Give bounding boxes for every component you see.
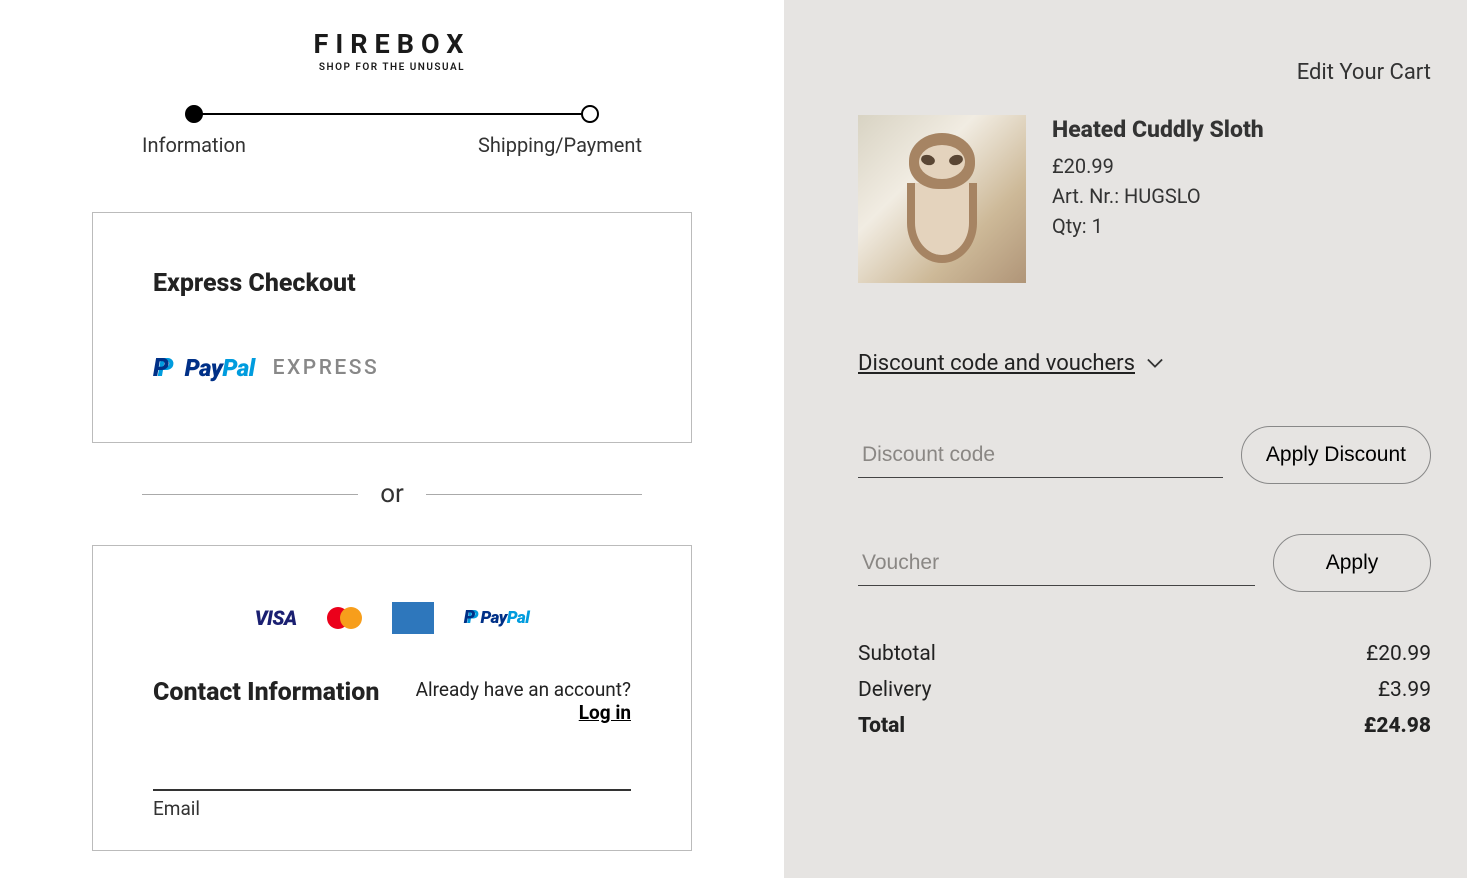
visa-icon: VISA [255,602,297,634]
delivery-label: Delivery [858,678,932,702]
paypal-express-text: EXPRESS [273,356,380,380]
contact-card: VISA PP PayPal Contact Information Alrea… [92,545,692,851]
cart-item-name: Heated Cuddly Sloth [1052,115,1264,145]
already-have-account-label: Already have an account? [416,678,631,701]
delivery-row: Delivery £3.99 [858,678,1431,702]
total-label: Total [858,714,905,738]
cart-item-price: £20.99 [1052,151,1264,181]
subtotal-label: Subtotal [858,642,936,666]
voucher-input[interactable] [858,541,1255,586]
edit-cart-link[interactable]: Edit Your Cart [858,60,1431,85]
discount-toggle[interactable]: Discount code and vouchers [858,351,1163,376]
progress-label-shipping: Shipping/Payment [478,133,642,157]
express-checkout-title: Express Checkout [153,269,631,298]
mastercard-icon [327,602,362,634]
paypal-icon-small: PP PayPal [464,602,530,634]
discount-code-input[interactable] [858,433,1223,478]
cart-item: Heated Cuddly Sloth £20.99 Art. Nr.: HUG… [858,115,1431,283]
total-row: Total £24.98 [858,714,1431,738]
email-label: Email [153,797,631,820]
express-checkout-card: Express Checkout PP PayPal EXPRESS [92,212,692,443]
apply-voucher-button[interactable]: Apply [1273,534,1431,592]
brand-title: FIREBOX [314,28,471,60]
discount-code-row: Apply Discount [858,426,1431,484]
progress-label-information: Information [142,133,246,157]
voucher-row: Apply [858,534,1431,592]
amex-icon [392,602,434,634]
total-value: £24.98 [1364,714,1431,738]
email-input[interactable] [153,752,631,791]
apply-discount-button[interactable]: Apply Discount [1241,426,1431,484]
or-divider: or [142,479,642,509]
progress-dot-information [185,105,203,123]
or-label: or [380,479,404,509]
cart-item-qty: Qty: 1 [1052,211,1264,241]
subtotal-row: Subtotal £20.99 [858,642,1431,666]
discount-toggle-label: Discount code and vouchers [858,351,1135,376]
payment-methods-row: VISA PP PayPal [153,602,631,634]
contact-title: Contact Information [153,678,379,707]
cart-item-art: Art. Nr.: HUGSLO [1052,181,1264,211]
subtotal-value: £20.99 [1366,642,1431,666]
chevron-down-icon [1147,356,1163,372]
brand-logo: FIREBOX SHOP FOR THE UNUSUAL [314,28,471,73]
paypal-wordmark: PayPal [185,354,255,382]
delivery-value: £3.99 [1378,678,1431,702]
paypal-express-button[interactable]: PP PayPal EXPRESS [153,354,631,382]
cart-item-image [858,115,1026,283]
login-link[interactable]: Log in [579,701,631,724]
checkout-progress: Information Shipping/Payment [142,113,642,157]
brand-subtitle: SHOP FOR THE UNUSUAL [314,62,471,73]
progress-dot-shipping [581,105,599,123]
paypal-icon: PP [153,356,173,381]
